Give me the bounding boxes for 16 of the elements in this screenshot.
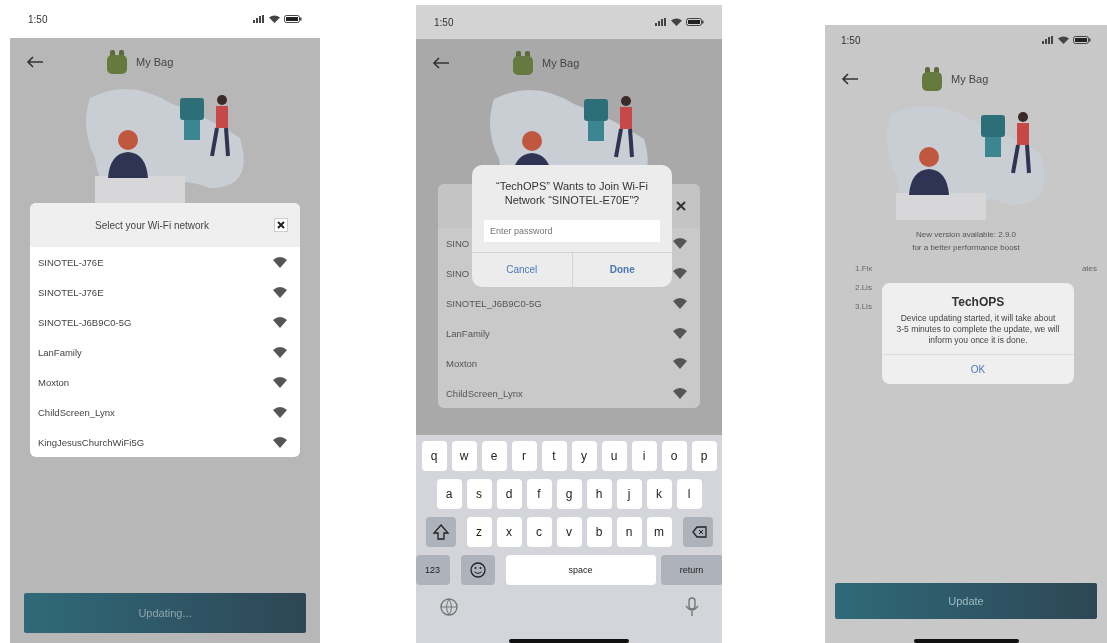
screen-title: My Bag	[951, 73, 989, 85]
version-text: for a better performance boost	[912, 243, 1020, 252]
screen-title: My Bag	[542, 57, 580, 69]
status-time: 1:50	[841, 34, 861, 46]
release-note: 3.Lis	[855, 302, 872, 311]
release-note: 1.Fix	[855, 264, 873, 273]
version-text: New version available: 2.9.0	[915, 230, 1017, 239]
dialog-message: Device updating started, it will take about 3-5 minutes to complete the update, we will inform you once it is done.	[895, 312, 1061, 348]
screen-title: My Bag	[136, 56, 174, 68]
status-time: 1:50	[28, 13, 48, 25]
panel-title: Select your Wi-Fi network	[94, 219, 210, 231]
dialog-title: TechOPS	[951, 295, 1005, 309]
release-note: ates	[1081, 264, 1097, 273]
status-time: 1:50	[434, 16, 454, 28]
dialog-title: “TechOPS” Wants to Join Wi-Fi Network “SINOTEL-E70E”?	[495, 179, 649, 209]
release-note: 2.Lis	[855, 283, 872, 292]
